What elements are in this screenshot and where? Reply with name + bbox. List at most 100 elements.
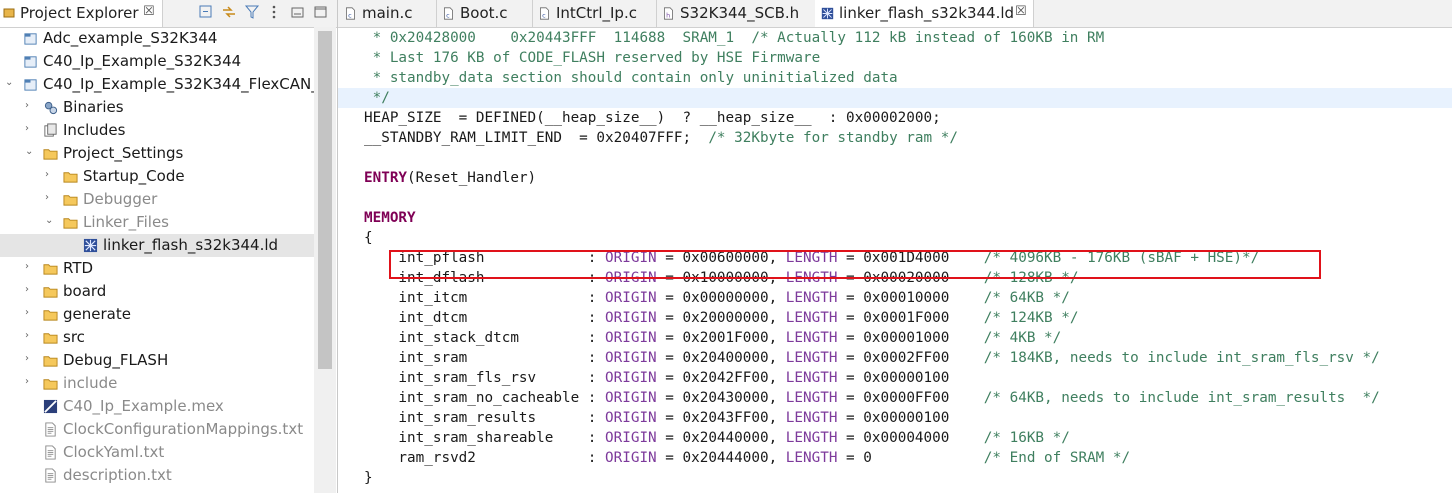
svg-text:h: h	[666, 12, 670, 20]
chevron-down-icon[interactable]: ⌄	[25, 147, 35, 157]
chevron-down-icon[interactable]: ⌄	[5, 78, 15, 88]
tree-item-label: Includes	[63, 121, 126, 139]
tree-item[interactable]: ClockYaml.txt	[0, 441, 314, 464]
close-tab-icon[interactable]: ☒	[143, 4, 155, 19]
code-text: int_sram_fls_rsv :	[364, 370, 606, 386]
chevron-right-icon[interactable]: ›	[25, 262, 35, 272]
tree-item-label: Debug_FLASH	[63, 351, 169, 369]
folder-icon	[43, 333, 58, 344]
editor-tab[interactable]: linker_flash_s32k344.ld ☒	[815, 0, 1034, 27]
code-comment: */	[364, 90, 390, 106]
tree-item[interactable]: C40_Ip_Example.mex	[0, 395, 314, 418]
code-line: * standby_data section should contain on…	[364, 68, 898, 88]
editor-tab[interactable]: c IntCtrl_Ip.c	[532, 0, 657, 27]
code-text: = 0x00004000	[837, 430, 984, 446]
tree-item[interactable]: › RTD	[0, 257, 314, 280]
project-icon	[24, 79, 37, 91]
explorer-scrollbar[interactable]	[314, 27, 336, 493]
code-attribute: ORIGIN	[605, 430, 657, 446]
code-line: int_itcm : ORIGIN = 0x00000000, LENGTH =…	[364, 288, 1069, 308]
tree-item[interactable]: › src	[0, 326, 314, 349]
code-attribute: LENGTH	[785, 410, 838, 426]
text-file-icon	[45, 468, 56, 483]
tree-item-label: Startup_Code	[83, 167, 185, 185]
mex-file-icon	[43, 399, 58, 414]
folder-icon	[43, 287, 58, 298]
chevron-right-icon[interactable]: ›	[25, 354, 35, 364]
tree-item-label: generate	[63, 305, 131, 323]
svg-text:c: c	[446, 12, 450, 20]
tree-item[interactable]: ⌄ C40_Ip_Example_S32K344_FlexCAN_Ir	[0, 73, 314, 96]
code-line: int_sram_fls_rsv : ORIGIN = 0x2042FF00, …	[364, 368, 949, 388]
code-text: = 0x2043FF00,	[656, 410, 786, 426]
tree-item[interactable]: › Startup_Code	[0, 165, 314, 188]
code-line: MEMORY	[364, 208, 416, 228]
code-text: = 0x20444000,	[656, 450, 786, 466]
tree-item-label: Linker_Files	[83, 213, 169, 231]
tree-item[interactable]: › board	[0, 280, 314, 303]
tree-item[interactable]: › generate	[0, 303, 314, 326]
tree-item[interactable]: linker_flash_s32k344.ld	[0, 234, 314, 257]
maximize-icon[interactable]	[313, 4, 329, 20]
code-line: int_sram_results : ORIGIN = 0x2043FF00, …	[364, 408, 949, 428]
chevron-right-icon[interactable]: ›	[25, 377, 35, 387]
code-comment: /* 4KB */	[983, 330, 1062, 346]
tree-item[interactable]: description.txt	[0, 464, 314, 487]
project-explorer-panel: Project Explorer ☒ Adc_example_S32K344 C4…	[0, 0, 338, 493]
filter-icon[interactable]	[244, 4, 260, 20]
project-tree: Adc_example_S32K344 C40_Ip_Example_S32K34…	[0, 27, 314, 493]
tree-item[interactable]: C40_Ip_Example_S32K344	[0, 50, 314, 73]
tree-item[interactable]: ClockConfigurationMappings.txt	[0, 418, 314, 441]
tree-item[interactable]: Adc_example_S32K344	[0, 27, 314, 50]
tree-item-label: board	[63, 282, 107, 300]
tree-item[interactable]: ⌄ Linker_Files	[0, 211, 314, 234]
code-comment: /* End of SRAM */	[983, 450, 1131, 466]
code-text: = 0x20440000,	[656, 430, 786, 446]
code-keyword: MEMORY	[364, 210, 416, 226]
link-with-editor-icon[interactable]	[221, 4, 237, 20]
tree-item-label: RTD	[63, 259, 94, 277]
chevron-right-icon[interactable]: ›	[25, 308, 35, 318]
chevron-right-icon[interactable]: ›	[45, 193, 55, 203]
code-text: int_dtcm :	[364, 310, 606, 326]
tab-label: Project Explorer	[20, 4, 139, 22]
editor-tab-label: IntCtrl_Ip.c	[556, 4, 637, 22]
tree-item[interactable]: › Binaries	[0, 96, 314, 119]
code-editor[interactable]: * 0x20428000 0x20443FFF 114688 SRAM_1 /*…	[338, 28, 1452, 493]
folder-icon	[43, 149, 58, 160]
editor-tab[interactable]: c Boot.c	[436, 0, 533, 27]
tree-item[interactable]: › Includes	[0, 119, 314, 142]
code-comment: /* 64KB, needs to include int_sram_resul…	[983, 390, 1380, 406]
code-text: = 0x00000100	[837, 410, 950, 426]
code-attribute: ORIGIN	[605, 290, 657, 306]
close-tab-icon[interactable]: ☒	[1015, 4, 1027, 19]
code-line: __STANDBY_RAM_LIMIT_END = 0x20407FFF; /*…	[364, 128, 958, 148]
chevron-right-icon[interactable]: ›	[25, 285, 35, 295]
code-attribute: LENGTH	[785, 370, 838, 386]
tree-item[interactable]: › Debug_FLASH	[0, 349, 314, 372]
text-file-icon	[45, 422, 56, 437]
tree-item[interactable]: › Debugger	[0, 188, 314, 211]
minimize-icon[interactable]	[290, 4, 306, 20]
editor-tab[interactable]: h S32K344_SCB.h	[656, 0, 816, 27]
view-menu-icon[interactable]	[266, 4, 282, 20]
chevron-right-icon[interactable]: ›	[25, 331, 35, 341]
collapse-all-icon[interactable]	[198, 4, 214, 20]
tree-item[interactable]: ⌄ Project_Settings	[0, 142, 314, 165]
project-icon	[24, 56, 37, 68]
code-text: int_itcm :	[364, 290, 606, 306]
code-text: = 0x0001F000	[837, 310, 984, 326]
scrollbar-thumb[interactable]	[318, 31, 332, 369]
editor-tab[interactable]: c main.c	[338, 0, 437, 27]
chevron-right-icon[interactable]: ›	[45, 170, 55, 180]
code-line: ram_rsvd2 : ORIGIN = 0x20444000, LENGTH …	[364, 448, 1130, 468]
folder-icon	[63, 195, 78, 206]
tree-item[interactable]: › include	[0, 372, 314, 395]
code-attribute: LENGTH	[785, 310, 838, 326]
chevron-right-icon[interactable]: ›	[25, 101, 35, 111]
chevron-right-icon[interactable]: ›	[25, 124, 35, 134]
c-file-icon: c	[346, 7, 355, 20]
chevron-down-icon[interactable]: ⌄	[45, 216, 55, 226]
code-text: __STANDBY_RAM_LIMIT_END = 0x20407FFF;	[364, 130, 709, 146]
tab-project-explorer[interactable]: Project Explorer ☒	[0, 0, 163, 27]
